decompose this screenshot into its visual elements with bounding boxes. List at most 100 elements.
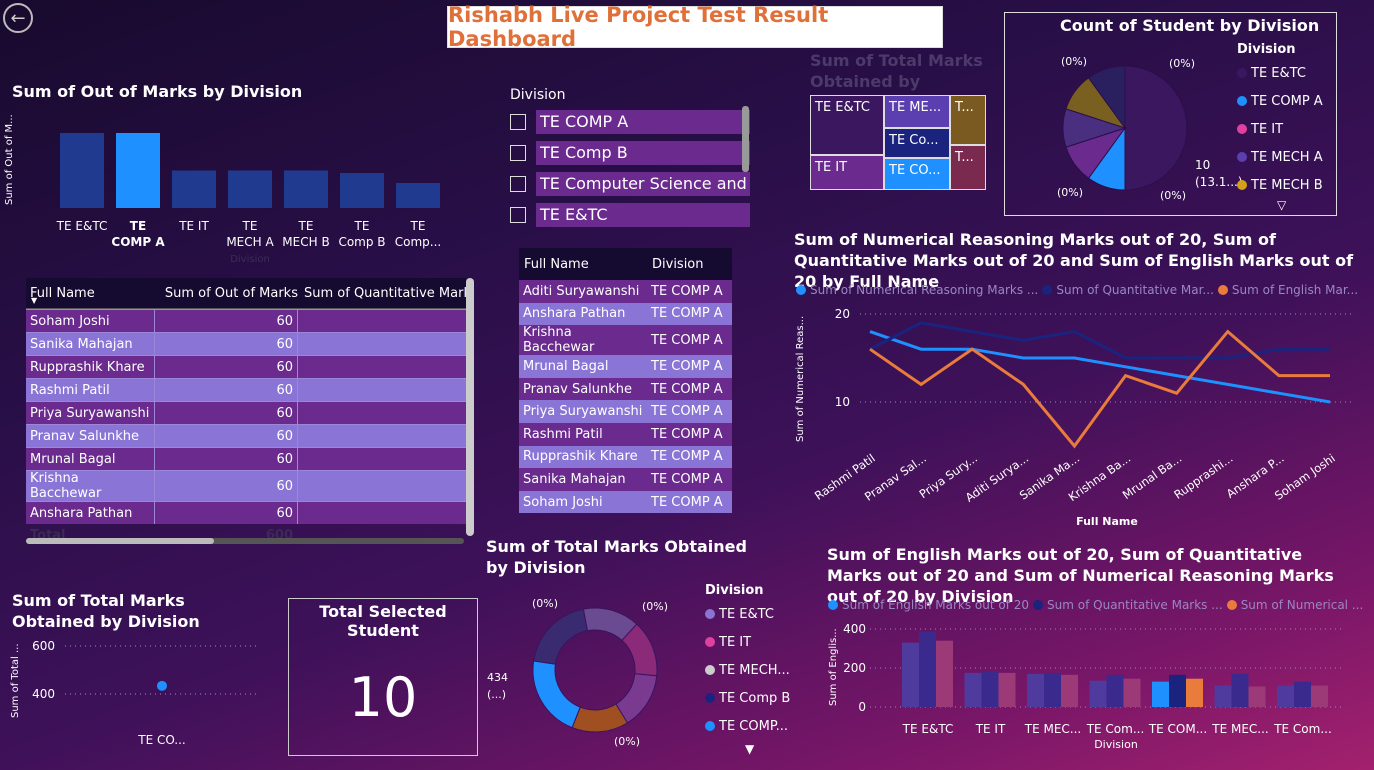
pie1-chart[interactable] — [1055, 58, 1195, 198]
table-row[interactable]: Soham Joshi 60 — [26, 309, 466, 333]
legend-item[interactable]: TE IT — [1237, 115, 1337, 143]
bar1-bar[interactable] — [60, 133, 104, 208]
bar2-bar[interactable] — [1294, 681, 1311, 707]
table2-header-name[interactable]: Full Name — [519, 257, 652, 272]
legend-item[interactable]: TE Comp B — [705, 684, 805, 712]
bar2-bar[interactable] — [1169, 674, 1186, 707]
table-row[interactable]: Pranav Salunkhe 60 — [26, 424, 466, 448]
table-row[interactable]: Aditi Suryawanshi TE COMP A — [519, 280, 732, 303]
table1[interactable]: Full Name Sum of Out of Marks Sum of Qua… — [26, 278, 466, 540]
pie1-slice[interactable] — [1124, 65, 1188, 191]
treemap-cell-t2[interactable]: T... — [950, 145, 986, 190]
treemap-cell-te-etc[interactable]: TE E&TC — [810, 95, 884, 155]
bar2-bar[interactable] — [1152, 681, 1169, 707]
bar2-bar[interactable] — [919, 631, 936, 707]
division-slicer[interactable]: TE COMP A TE Comp B TE Computer Science an… — [510, 110, 750, 234]
bar1-bar[interactable] — [228, 170, 272, 209]
table-row[interactable]: Krishna Bacchewar 60 — [26, 470, 466, 502]
table-row[interactable]: Mrunal Bagal 60 — [26, 447, 466, 471]
treemap-chart[interactable]: TE E&TC TE IT TE ME... TE Co... TE CO...… — [810, 95, 986, 190]
bar2-bar[interactable] — [1027, 673, 1044, 707]
table2-header-division[interactable]: Division — [652, 257, 732, 272]
line1-chart[interactable]: 2010Rashmi PatilPranav Sal...Priya Sury.… — [810, 300, 1360, 530]
bar2-bar[interactable] — [981, 670, 999, 707]
scatter-point[interactable] — [157, 680, 167, 691]
back-arrow-icon[interactable]: ← — [3, 3, 33, 33]
scatter-chart[interactable]: 600 400 TE CO... — [25, 636, 265, 746]
table-row[interactable]: Rashmi Patil 60 — [26, 378, 466, 402]
legend-item[interactable]: TE MECH... — [705, 656, 805, 684]
treemap-cell-te-it[interactable]: TE IT — [810, 155, 884, 190]
table-row[interactable]: Sanika Mahajan TE COMP A — [519, 468, 732, 491]
table-row[interactable]: Sanika Mahajan 60 — [26, 332, 466, 356]
bar2-bar[interactable] — [1311, 685, 1328, 707]
pie1-legend[interactable]: TE E&TC TE COMP A TE IT TE MECH A TE MECH B — [1237, 59, 1337, 199]
treemap-cell-te-comp-a[interactable]: TE CO... — [884, 158, 950, 190]
donut-legend[interactable]: TE E&TC TE IT TE MECH... TE Comp B TE COMP..… — [705, 600, 805, 740]
legend-scroll-down-icon[interactable]: ▼ — [745, 742, 754, 756]
legend-scroll-down-icon[interactable]: ▽ — [1277, 198, 1286, 212]
legend-item[interactable]: TE COMP A — [1237, 87, 1337, 115]
slicer-item[interactable]: TE Computer Science and ... — [510, 172, 750, 196]
bar2-bar[interactable] — [1044, 672, 1061, 707]
donut-slice[interactable] — [533, 608, 589, 665]
bar2-bar[interactable] — [1248, 686, 1266, 707]
slicer-item[interactable]: TE COMP A — [510, 110, 750, 134]
legend-item[interactable]: TE MECH A — [1237, 143, 1337, 171]
legend-item[interactable]: TE E&TC — [705, 600, 805, 628]
slicer-scrollbar[interactable] — [742, 106, 749, 172]
table-row[interactable]: Rupprashik Khare 60 — [26, 355, 466, 379]
bar2-bar[interactable] — [1123, 678, 1141, 707]
table-row[interactable]: Soham Joshi TE COMP A — [519, 490, 732, 514]
legend-item[interactable]: TE E&TC — [1237, 59, 1337, 87]
checkbox-icon[interactable] — [510, 114, 526, 130]
line1-series[interactable] — [869, 330, 1331, 404]
table1-header-quant[interactable]: Sum of Quantitative Mark — [304, 286, 466, 301]
bar2-chart[interactable]: 4002000TE E&TC TE IT TE MEC... TE Com... TE … — [840, 618, 1360, 752]
bar2-bar[interactable] — [1089, 680, 1107, 707]
bar2-bar[interactable] — [936, 640, 953, 707]
bar1-chart[interactable]: TE E&TC TE COMP A TE IT TE MECH A TE MECH B TE Co… — [40, 120, 460, 270]
bar1-bar[interactable] — [284, 170, 328, 209]
table-row[interactable]: Anshara Pathan TE COMP A — [519, 302, 732, 326]
table-row[interactable]: Pranav Salunkhe TE COMP A — [519, 377, 732, 401]
bar1-bar[interactable] — [116, 133, 160, 208]
table2[interactable]: Full Name Division Aditi Suryawanshi TE C… — [519, 248, 732, 514]
checkbox-icon[interactable] — [510, 145, 526, 161]
donut-chart[interactable] — [530, 605, 660, 735]
table-row[interactable]: Rupprashik Khare TE COMP A — [519, 445, 732, 469]
checkbox-icon[interactable] — [510, 207, 526, 223]
slicer-item[interactable]: TE E&TC — [510, 203, 750, 227]
table-row[interactable]: Priya Suryawanshi TE COMP A — [519, 400, 732, 423]
bar2-bar[interactable] — [998, 672, 1016, 707]
table-row[interactable]: Anshara Pathan 60 — [26, 501, 466, 524]
checkbox-icon[interactable] — [510, 176, 526, 192]
table1-hscroll-track[interactable] — [26, 538, 464, 544]
sort-desc-icon[interactable]: ▼ — [31, 296, 37, 305]
bar2-bar[interactable] — [1106, 674, 1124, 707]
table1-vscrollbar[interactable] — [466, 278, 474, 536]
bar2-bar[interactable] — [1061, 674, 1078, 707]
legend-item[interactable]: TE IT — [705, 628, 805, 656]
bar1-bar[interactable] — [396, 183, 440, 208]
table-row[interactable]: Krishna Bacchewar TE COMP A — [519, 325, 732, 356]
bar2-bar[interactable] — [1277, 685, 1294, 707]
bar2-legend[interactable]: Sum of English Marks out of 20 Sum of Qu… — [828, 598, 1363, 612]
bar2-bar[interactable] — [1214, 685, 1232, 707]
treemap-cell-te-comp-b[interactable]: TE Co... — [884, 128, 950, 158]
treemap-cell-te-mech[interactable]: TE ME... — [884, 95, 950, 128]
table1-hscrollbar[interactable] — [26, 538, 214, 544]
table-row[interactable]: Priya Suryawanshi 60 — [26, 401, 466, 425]
treemap-cell-t1[interactable]: T... — [950, 95, 986, 145]
table1-header-outof[interactable]: Sum of Out of Marks — [158, 286, 304, 301]
line1-series[interactable] — [869, 321, 1330, 360]
table-row[interactable]: Rashmi Patil TE COMP A — [519, 422, 732, 446]
legend-item[interactable]: TE COMP... — [705, 712, 805, 740]
bar1-bar[interactable] — [172, 170, 216, 209]
slicer-item[interactable]: TE Comp B — [510, 141, 750, 165]
legend-item[interactable]: TE MECH B — [1237, 171, 1337, 199]
bar2-bar[interactable] — [902, 642, 919, 707]
bar2-bar[interactable] — [964, 672, 982, 707]
bar1-bar[interactable] — [340, 173, 384, 208]
donut-slice[interactable] — [532, 660, 581, 729]
